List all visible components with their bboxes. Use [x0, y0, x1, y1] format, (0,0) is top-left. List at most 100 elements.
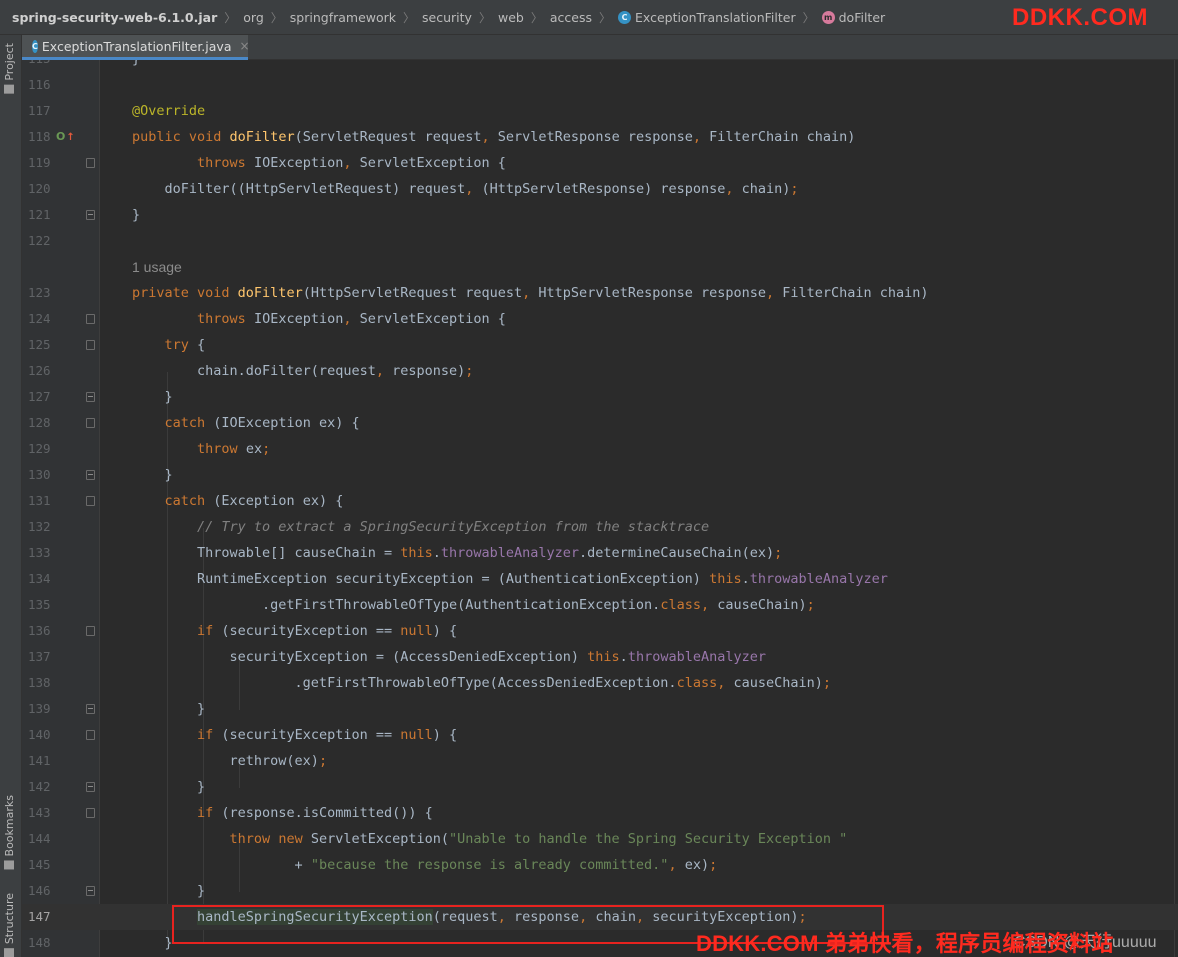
code-line: 122	[22, 228, 1178, 254]
line-number: 122	[28, 233, 51, 248]
close-icon[interactable]: ×	[239, 39, 249, 53]
line-number: 121	[28, 207, 51, 222]
code-text: RuntimeException securityException = (Au…	[132, 571, 888, 587]
code-line: 136 if (securityException == null) {	[22, 618, 1178, 644]
fold-icon[interactable]	[86, 314, 95, 324]
line-number: 117	[28, 103, 51, 118]
code-text: private void doFilter(HttpServletRequest…	[132, 285, 929, 301]
structure-tool-window-button[interactable]: Structure	[3, 893, 16, 957]
fold-icon[interactable]	[86, 808, 95, 818]
usage-hint[interactable]: 1 usage	[132, 254, 182, 280]
code-line: 118 O↑ public void doFilter(ServletRequest…	[22, 124, 1178, 150]
code-text: if (securityException == null) {	[197, 727, 458, 743]
line-number: 148	[28, 935, 51, 950]
code-text: try {	[164, 337, 206, 353]
project-tool-window-button[interactable]: Project	[3, 43, 16, 94]
code-text: if (securityException == null) {	[197, 623, 458, 639]
line-number: 128	[28, 415, 51, 430]
code-text: }	[132, 701, 206, 717]
line-number: 131	[28, 493, 51, 508]
code-text: throw ex;	[197, 441, 271, 457]
code-line: 132 // Try to extract a SpringSecurityEx…	[22, 514, 1178, 540]
code-line: 121}	[22, 202, 1178, 228]
line-number: 143	[28, 805, 51, 820]
structure-icon	[4, 948, 15, 957]
code-line: 116	[22, 72, 1178, 98]
breadcrumb-org[interactable]: org	[243, 10, 264, 25]
code-text: }	[132, 779, 206, 795]
tab-exceptiontranslationfilter[interactable]: C ExceptionTranslationFilter.java ×	[22, 35, 250, 60]
line-number: 141	[28, 753, 51, 768]
implements-method-icon[interactable]: O↑	[56, 130, 75, 143]
breadcrumb-access[interactable]: access	[550, 10, 592, 25]
code-line: 135 .getFirstThrowableOfType(Authenticat…	[22, 592, 1178, 618]
code-text: .getFirstThrowableOfType(AccessDeniedExc…	[132, 675, 832, 691]
fold-icon[interactable]	[86, 418, 95, 428]
fold-icon[interactable]	[86, 704, 95, 714]
fold-icon[interactable]	[86, 886, 95, 896]
code-text: doFilter((HttpServletRequest) request, (…	[132, 181, 799, 197]
code-line: 119 throws IOException, ServletException…	[22, 150, 1178, 176]
code-text: // Try to extract a SpringSecurityExcept…	[197, 519, 710, 535]
project-tool-window-label: Project	[3, 43, 16, 81]
breadcrumb-security[interactable]: security	[422, 10, 472, 25]
code-line: 115}	[22, 60, 1178, 72]
bookmark-icon	[4, 860, 15, 870]
code-line: 137 securityException = (AccessDeniedExc…	[22, 644, 1178, 670]
line-number: 144	[28, 831, 51, 846]
code-text: }	[132, 935, 173, 951]
breadcrumb-separator-icon: 〉	[530, 10, 543, 25]
fold-icon[interactable]	[86, 210, 95, 220]
fold-icon[interactable]	[86, 730, 95, 740]
code-line: 127 }	[22, 384, 1178, 410]
code-line: 145 + "because the response is already c…	[22, 852, 1178, 878]
code-line: 140 if (securityException == null) {	[22, 722, 1178, 748]
fold-icon[interactable]	[86, 496, 95, 506]
code-line: 134 RuntimeException securityException =…	[22, 566, 1178, 592]
fold-icon[interactable]	[86, 626, 95, 636]
line-number: 138	[28, 675, 51, 690]
structure-tool-window-label: Structure	[3, 893, 16, 945]
code-text: chain.doFilter(request, response);	[132, 363, 474, 379]
watermark-top: DDKK.COM	[1012, 4, 1148, 31]
code-line: 125 try {	[22, 332, 1178, 358]
breadcrumb-jar[interactable]: spring-security-web-6.1.0.jar	[12, 10, 217, 25]
bookmarks-tool-window-label: Bookmarks	[3, 795, 16, 857]
code-line: 133 Throwable[] causeChain = this.throwa…	[22, 540, 1178, 566]
breadcrumb-method[interactable]: m doFilter	[821, 10, 885, 25]
line-number: 115	[28, 60, 68, 72]
folder-icon	[4, 84, 15, 94]
breadcrumb-web[interactable]: web	[498, 10, 524, 25]
breadcrumb-separator-icon: 〉	[224, 10, 237, 25]
bookmarks-tool-window-button[interactable]: Bookmarks	[3, 795, 16, 870]
breadcrumb-springframework[interactable]: springframework	[290, 10, 396, 25]
fold-icon[interactable]	[86, 392, 95, 402]
fold-icon[interactable]	[86, 340, 95, 350]
code-line: 146 }	[22, 878, 1178, 904]
fold-icon[interactable]	[86, 470, 95, 480]
editor-tab-bar: C ExceptionTranslationFilter.java ×	[22, 35, 1178, 60]
line-number: 127	[28, 389, 51, 404]
code-line: 141 rethrow(ex);	[22, 748, 1178, 774]
breadcrumb: spring-security-web-6.1.0.jar 〉 org 〉 sp…	[0, 0, 1178, 35]
breadcrumb-separator-icon: 〉	[270, 10, 283, 25]
line-number: 124	[28, 311, 51, 326]
code-text: if (response.isCommitted()) {	[197, 805, 433, 821]
line-number: 132	[28, 519, 51, 534]
breadcrumb-separator-icon: 〉	[403, 10, 416, 25]
line-number: 123	[28, 285, 51, 300]
fold-icon[interactable]	[86, 158, 95, 168]
code-text: rethrow(ex);	[132, 753, 328, 769]
code-editor[interactable]: 115} 116 117 @Override 118O↑public void d…	[22, 60, 1178, 957]
code-text: }	[132, 883, 206, 899]
line-number: 145	[28, 857, 51, 872]
code-line: 143 if (response.isCommitted()) {	[22, 800, 1178, 826]
fold-icon[interactable]	[86, 782, 95, 792]
code-line: 130 }	[22, 462, 1178, 488]
code-text: + "because the response is already commi…	[132, 857, 718, 873]
line-number: 134	[28, 571, 51, 586]
method-icon: m	[821, 10, 835, 24]
tool-window-strip: Project Bookmarks Structure	[0, 35, 22, 957]
breadcrumb-class[interactable]: C ExceptionTranslationFilter	[618, 10, 796, 25]
code-line: 123 private void doFilter(HttpServletRequ…	[22, 280, 1178, 306]
